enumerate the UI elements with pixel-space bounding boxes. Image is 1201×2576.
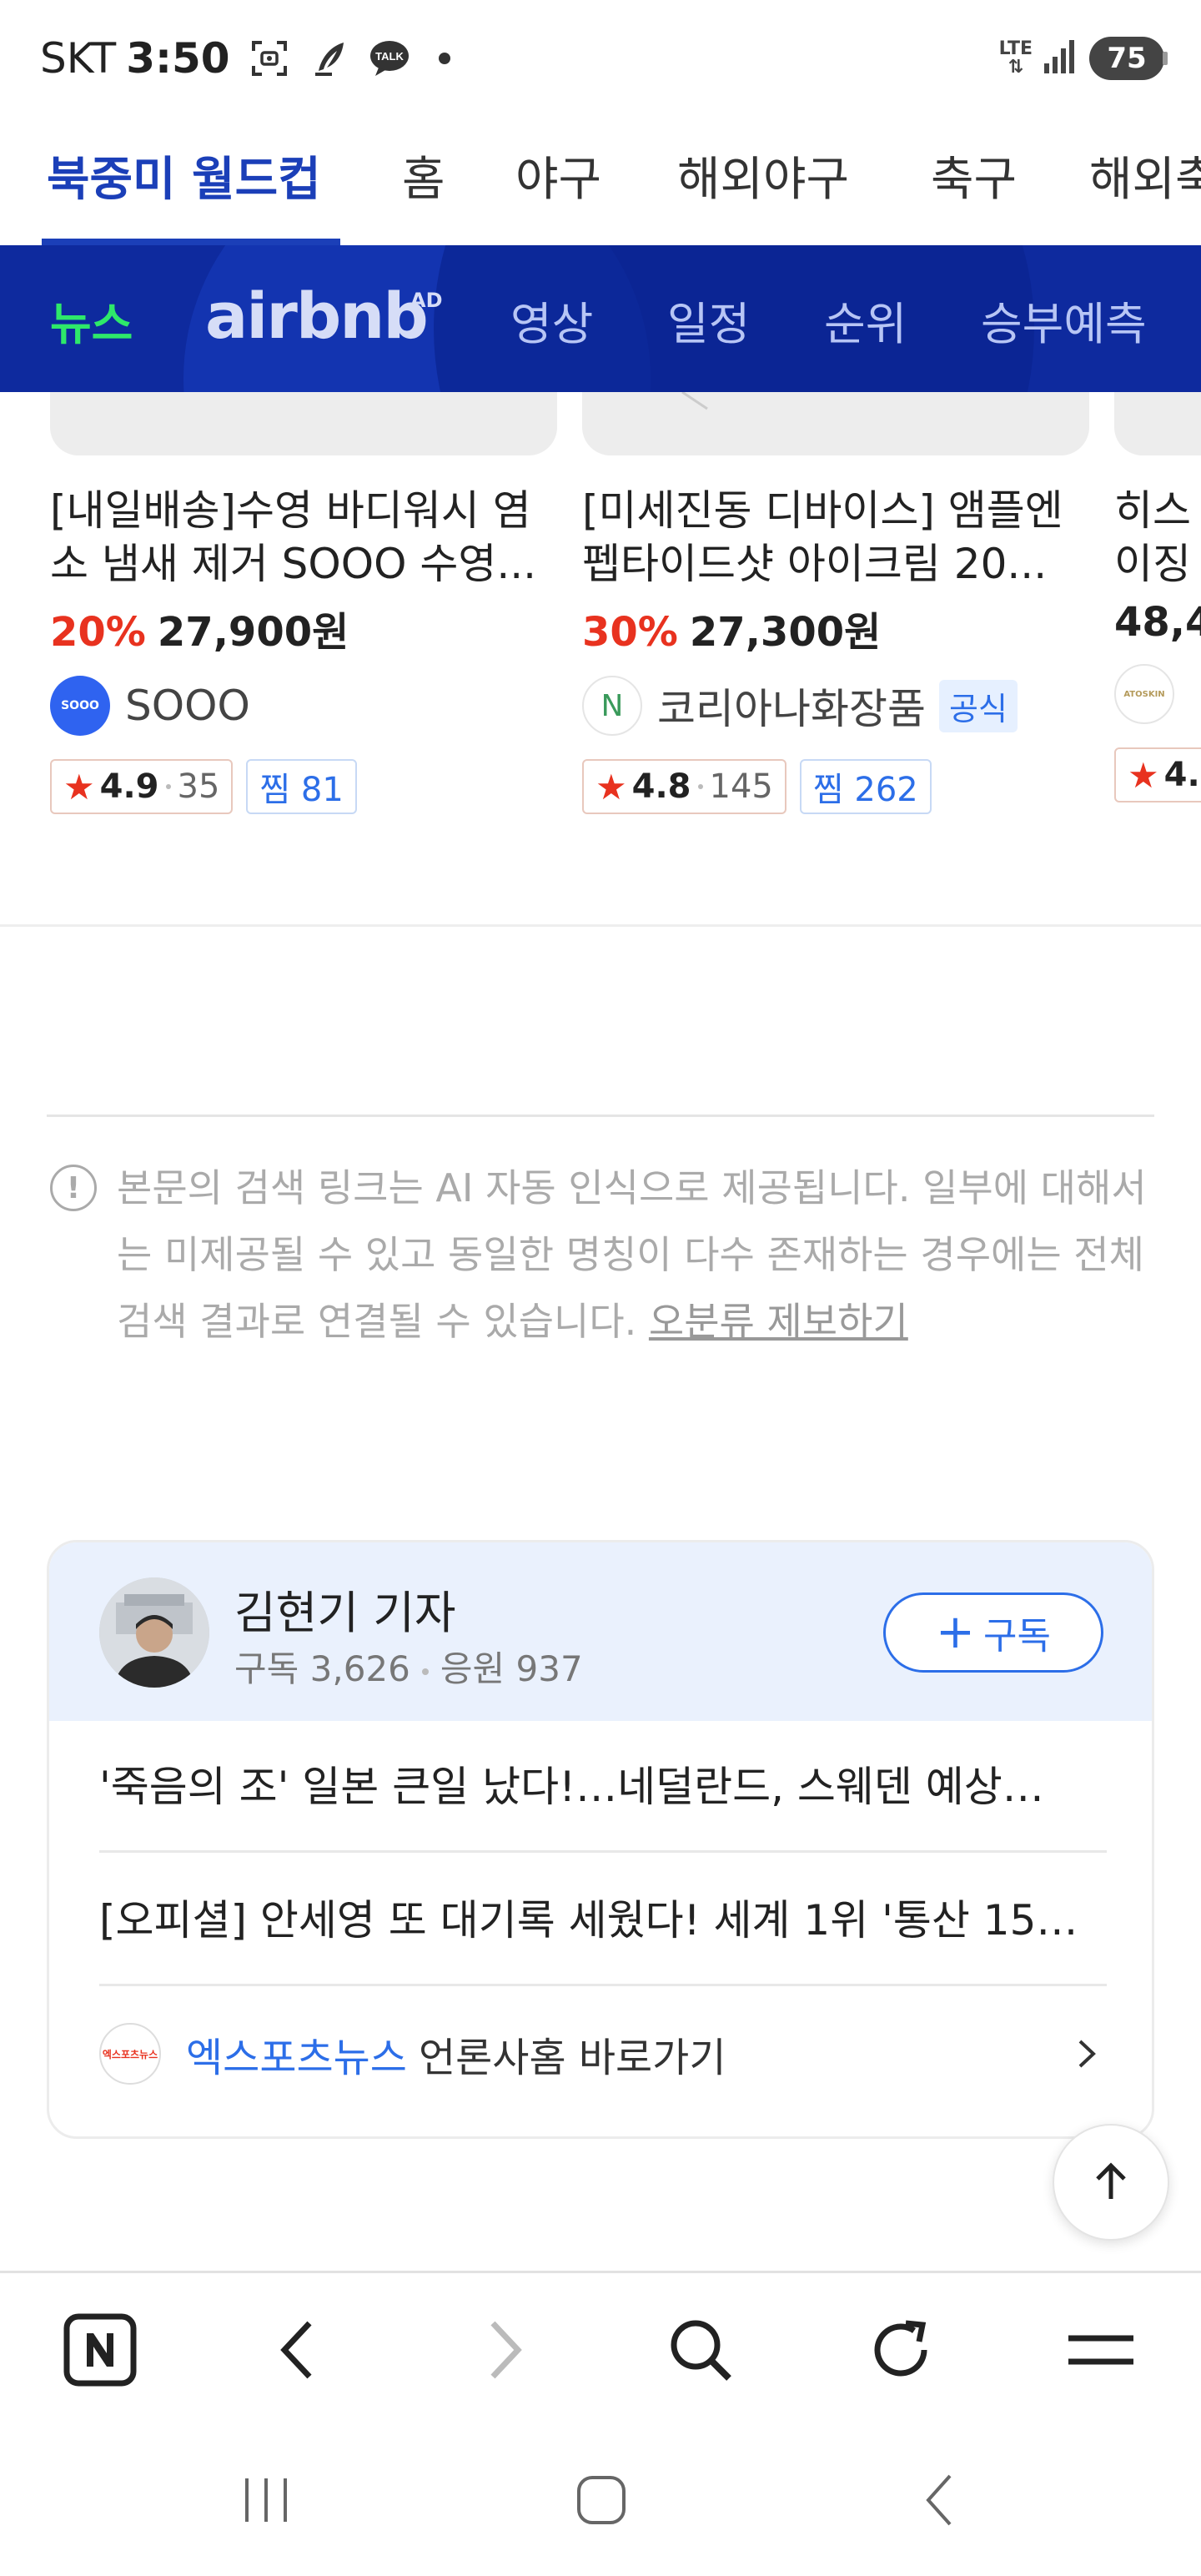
svg-text:TALK: TALK [375, 50, 404, 63]
notice-line: 검색 결과로 연결될 수 있습니다. [117, 1299, 637, 1344]
naver-home-icon[interactable] [58, 2308, 142, 2392]
journalist-name[interactable]: 김현기 기자 [234, 1576, 456, 1642]
journalist-stats: 구독 3,626 응원 937 [234, 1641, 583, 1692]
section-divider [0, 924, 1201, 927]
category-nav: 북중미 월드컵 홈 야구 해외야구 축구 해외축 [0, 117, 1201, 245]
product-image[interactable] [1114, 392, 1201, 455]
home-icon[interactable] [564, 2463, 639, 2538]
star-icon: ★ [595, 766, 627, 808]
browser-toolbar [0, 2271, 1201, 2429]
avatar[interactable] [99, 1577, 209, 1688]
product-title[interactable]: [내일배송]수영 바디워시 염 소 냄새 제거 SOOO 수영... [50, 484, 559, 591]
subtab-prediction[interactable]: 승부예측 [981, 287, 1147, 353]
ad-label: AD [410, 289, 443, 312]
airbnb-ad-logo[interactable]: airbnb [205, 279, 429, 353]
info-icon: ! [50, 1165, 97, 1211]
signal-icon [1043, 38, 1079, 78]
product-carousel: [내일배송]수영 바디워시 염 소 냄새 제거 SOOO 수영... 20% 27… [0, 392, 1201, 926]
menu-icon[interactable] [1059, 2308, 1143, 2392]
subtab-ranking[interactable]: 순위 [824, 287, 907, 353]
refresh-icon[interactable] [859, 2308, 942, 2392]
cheer-count: 응원 937 [440, 1648, 583, 1689]
journalist-article-link[interactable]: '죽음의 조' 일본 큰일 났다!…네덜란드, 스웨덴 예상… [99, 1721, 1107, 1853]
arrow-up-icon [1096, 2162, 1126, 2199]
chevron-right-icon [1065, 2033, 1107, 2075]
status-bar: SKT 3:50 TALK LTE ⇅ 75 [0, 0, 1201, 117]
price-row: 30% 27,300원 [582, 599, 1091, 657]
subscribe-button[interactable]: + 구독 [883, 1592, 1103, 1673]
seller-row[interactable]: SOOO SOOO [50, 674, 559, 737]
zzim-badge: 찜 81 [246, 759, 357, 814]
system-navigation [0, 2429, 1201, 2576]
rating-badge: ★ 4.9 35 [50, 759, 234, 814]
journalist-header[interactable]: 김현기 기자 구독 3,626 응원 937 + 구독 [49, 1542, 1152, 1721]
tab-worldcup[interactable]: 북중미 월드컵 [47, 142, 321, 217]
tab-overseas-baseball[interactable]: 해외야구 [677, 142, 849, 217]
star-icon: ★ [63, 766, 95, 808]
press-name: 엑스포츠뉴스 [186, 2035, 407, 2081]
rating-badge: ★ 4.8 145 [582, 759, 786, 814]
journalist-card: 김현기 기자 구독 3,626 응원 937 + 구독 '죽음의 조' 일본 큰일… [47, 1540, 1154, 2139]
subtab-video[interactable]: 영상 [510, 287, 593, 353]
discount-rate: 30% [582, 609, 678, 656]
seller-row[interactable]: ATOSKIN [1114, 662, 1201, 726]
tab-soccer[interactable]: 축구 [931, 142, 1017, 217]
quill-icon [309, 38, 350, 79]
seller-name: 코리아나화장품 [657, 685, 926, 733]
rating-badge: ★ 4. [1114, 747, 1201, 802]
seller-logo: N [582, 676, 642, 736]
subscriber-count: 구독 3,626 [234, 1648, 410, 1689]
report-misclassification-link[interactable]: 오분류 제보하기 [649, 1299, 908, 1344]
recent-apps-icon[interactable] [229, 2463, 304, 2538]
active-tab-indicator [42, 239, 340, 245]
price: 48,4 [1114, 599, 1201, 646]
press-home-link[interactable]: 엑스포츠뉴스 엑스포츠뉴스 언론사홈 바로가기 [99, 1988, 1107, 2120]
zzim-badge: 찜 262 [799, 759, 932, 814]
product-card[interactable]: 히스 이징 48,4 ATOSKIN ★ 4. [1114, 484, 1201, 802]
price-row: 20% 27,900원 [50, 599, 559, 657]
carrier-label: SKT [40, 34, 117, 83]
product-title[interactable]: 히스 이징 [1114, 484, 1201, 591]
price: 27,900원 [157, 609, 349, 656]
product-card[interactable]: [내일배송]수영 바디워시 염 소 냄새 제거 SOOO 수영... 20% 27… [50, 484, 559, 814]
plus-icon: + [936, 1605, 975, 1659]
discount-rate: 20% [50, 609, 146, 656]
notification-dot-icon [438, 53, 450, 64]
product-card[interactable]: [미세진동 디바이스] 앰플엔 펩타이드샷 아이크림 20... 30% 27,3… [582, 484, 1091, 814]
journalist-article-link[interactable]: [오피셜] 안세영 또 대기록 세웠다! 세계 1위 '통산 15… [99, 1854, 1107, 1986]
battery-icon: 75 [1089, 37, 1168, 80]
lte-icon: LTE ⇅ [998, 38, 1033, 78]
subtab-schedule[interactable]: 일정 [667, 287, 750, 353]
system-back-icon[interactable] [902, 2463, 977, 2538]
seller-row[interactable]: N 코리아나화장품 공식 [582, 674, 1091, 737]
clock: 3:50 [126, 34, 230, 83]
tab-baseball[interactable]: 야구 [515, 142, 601, 217]
screenshot-icon [249, 38, 290, 79]
forward-icon[interactable] [462, 2308, 545, 2392]
product-image[interactable] [50, 392, 557, 455]
subtab-news[interactable]: 뉴스 [50, 287, 133, 353]
seller-name: SOOO [125, 682, 250, 730]
price-row: 48,4 [1114, 599, 1201, 646]
back-icon[interactable] [257, 2308, 340, 2392]
notice-line: 는 미제공될 수 있고 동일한 명칭이 다수 존재하는 경우에는 전체 [117, 1232, 1144, 1277]
seller-logo: SOOO [50, 676, 110, 736]
section-divider [47, 1114, 1154, 1117]
star-icon: ★ [1128, 754, 1159, 796]
official-badge: 공식 [939, 679, 1018, 732]
price: 27,300원 [689, 609, 882, 656]
tab-home[interactable]: 홈 [402, 142, 445, 217]
scroll-to-top-button[interactable] [1053, 2124, 1169, 2241]
notice-line: 본문의 검색 링크는 AI 자동 인식으로 제공됩니다. 일부에 대해서 [117, 1165, 1147, 1210]
search-icon[interactable] [659, 2308, 742, 2392]
press-home-label: 언론사홈 바로가기 [418, 2035, 726, 2081]
sub-nav: 뉴스 airbnb AD 영상 일정 순위 승부예측 [0, 245, 1201, 392]
press-logo: 엑스포츠뉴스 [99, 2023, 161, 2085]
product-image[interactable] [582, 392, 1089, 455]
talk-icon: TALK [369, 38, 410, 79]
seller-logo: ATOSKIN [1114, 664, 1174, 724]
product-title[interactable]: [미세진동 디바이스] 앰플엔 펩타이드샷 아이크림 20... [582, 484, 1091, 591]
tab-overseas-soccer[interactable]: 해외축 [1089, 142, 1201, 217]
